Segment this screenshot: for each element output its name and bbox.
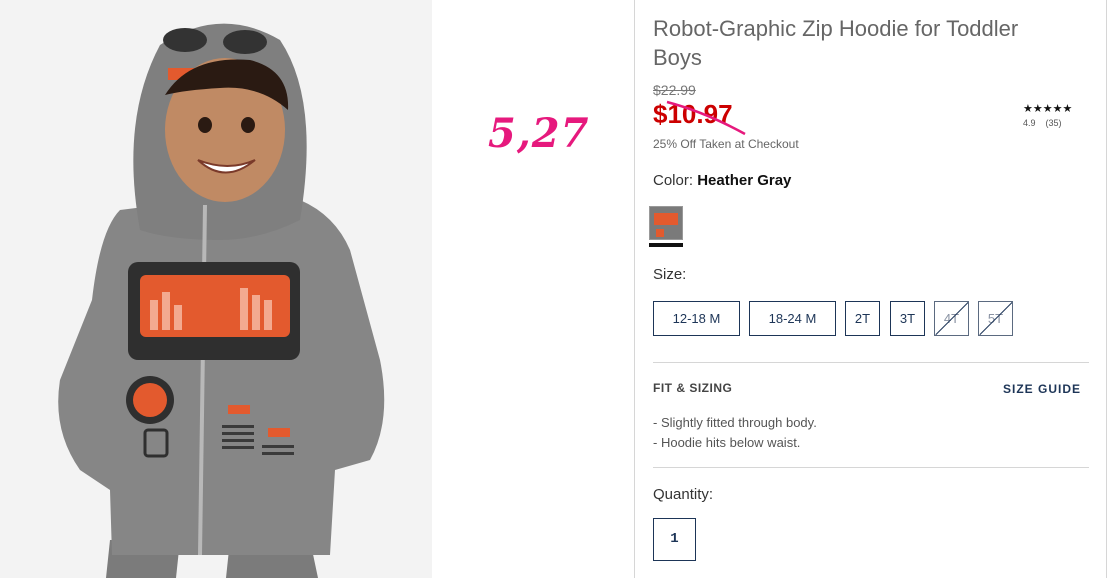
color-label-text: Color: [653,172,694,189]
column-divider [634,0,635,578]
fit-detail-item: Slightly fitted through body. [653,413,817,433]
size-option-5t-unavailable[interactable]: 5T [978,301,1013,336]
size-guide-link[interactable]: SIZE GUIDE [1003,382,1081,396]
product-image[interactable] [0,0,432,578]
section-divider [653,362,1089,363]
right-edge-divider [1106,0,1107,578]
rating-score: 4.9 [1023,118,1036,128]
size-option-4t-unavailable[interactable]: 4T [934,301,969,336]
product-title: Robot-Graphic Zip Hoodie for Toddler Boy… [653,16,1019,70]
rating[interactable]: ★★★★★ 4.9 (35) [1023,102,1093,129]
fit-sizing-heading: FIT & SIZING [653,381,733,395]
star-rating-icon: ★★★★★ [1023,102,1073,115]
review-count[interactable]: (35) [1046,118,1062,128]
fit-detail-item: Hoodie hits below waist. [653,433,817,453]
size-option-12-18m[interactable]: 12-18 M [653,301,740,336]
selected-color: Heather Gray [697,172,792,189]
color-swatch-heather-gray[interactable] [649,206,683,240]
size-option-18-24m[interactable]: 18-24 M [749,301,836,336]
size-label: Size: [653,266,687,283]
selected-swatch-indicator [649,243,683,247]
handwritten-annotation: 5,27 [488,110,590,157]
fit-details-list: Slightly fitted through body. Hoodie hit… [653,413,817,453]
size-option-2t[interactable]: 2T [845,301,880,336]
promo-text: 25% Off Taken at Checkout [653,137,799,151]
quantity-input[interactable]: 1 [653,518,696,561]
color-label: Color: Heather Gray [653,172,791,189]
quantity-label: Quantity: [653,486,714,503]
price-strike-annotation [666,100,746,136]
section-divider [653,467,1089,468]
size-option-3t[interactable]: 3T [890,301,925,336]
